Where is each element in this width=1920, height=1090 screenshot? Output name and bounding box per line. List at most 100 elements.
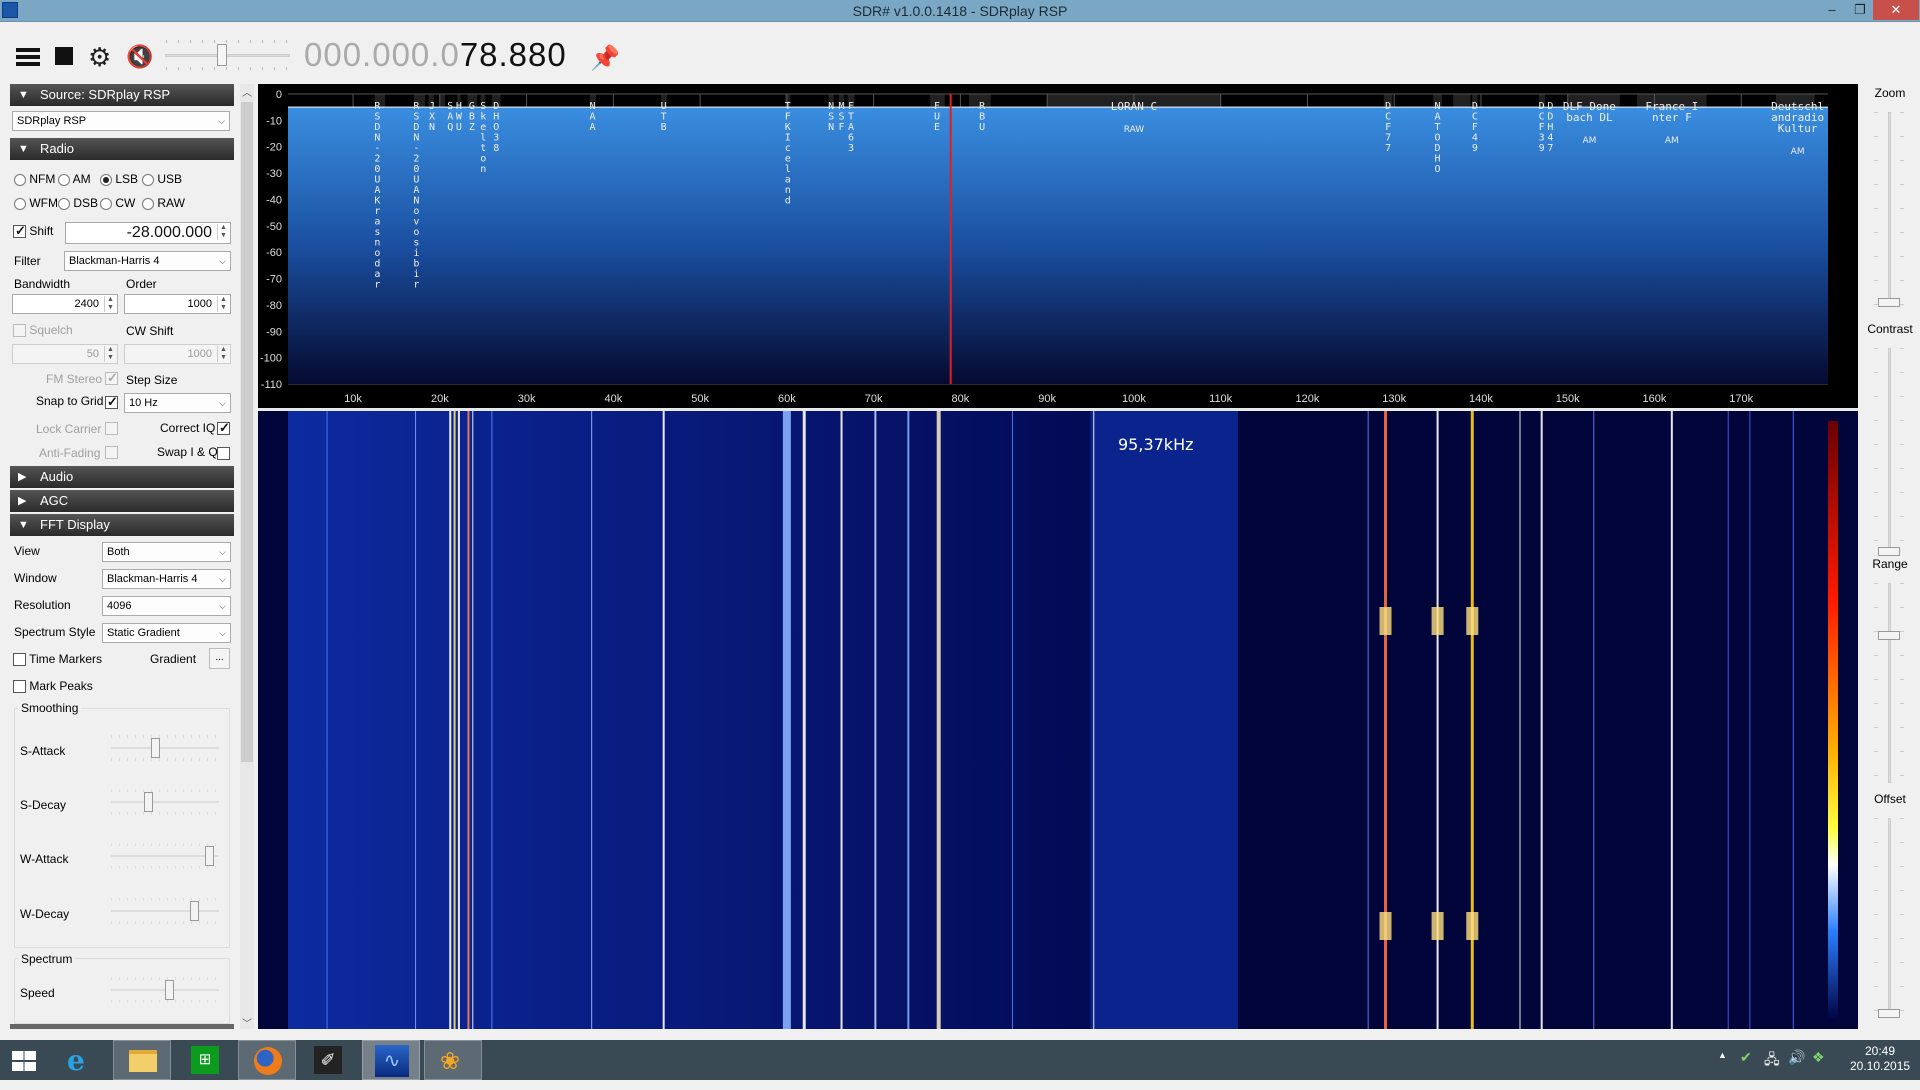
filter-select[interactable]: Blackman-Harris 4 ⌵ [64, 251, 231, 271]
radio-button[interactable] [142, 173, 154, 186]
taskbar-xnview[interactable]: ❀ [424, 1040, 482, 1080]
cw-shift-input[interactable]: 1000 ▲ ▼ [124, 344, 231, 364]
mode-radio-usb[interactable]: USB [142, 172, 182, 186]
shift-check[interactable] [13, 223, 26, 239]
next-section-header-partial[interactable] [10, 1024, 234, 1029]
squelch-checkbox[interactable]: Squelch [13, 323, 73, 338]
slider-thumb[interactable] [143, 792, 153, 812]
source-section-header[interactable]: ▼ Source: SDRplay RSP [10, 84, 234, 106]
bandwidth-input[interactable]: 2400 ▲ ▼ [12, 294, 118, 314]
show-hidden-icons-button[interactable]: ▲ [1718, 1050, 1727, 1090]
gear-icon[interactable]: ⚙ [88, 44, 116, 70]
speaker-muted-icon[interactable]: 🔇 [126, 44, 154, 70]
mode-radio-cw[interactable]: CW [100, 196, 135, 210]
maximize-button[interactable]: ❐ [1846, 0, 1874, 20]
range-slider[interactable] [1872, 583, 1908, 783]
spinner-icon[interactable]: ▲ ▼ [217, 224, 229, 240]
mark-peaks-check[interactable] [13, 680, 26, 694]
mark-peaks-checkbox[interactable]: Mark Peaks [13, 679, 93, 694]
radio-button[interactable] [100, 197, 112, 210]
radio-button[interactable] [142, 197, 154, 210]
panel-scrollbar[interactable]: ︿ ﹀ [240, 84, 254, 1030]
shift-checkbox[interactable]: Shift [13, 223, 53, 239]
network-tray-icon[interactable]: 🖧 [1764, 1049, 1780, 1089]
scroll-up-icon[interactable]: ︿ [240, 84, 254, 99]
audio-section-header[interactable]: ▶ Audio [10, 466, 234, 488]
gradient-button[interactable]: ... [209, 648, 230, 669]
radio-button[interactable] [14, 197, 26, 210]
s-attack-slider[interactable] [111, 735, 219, 761]
anti-fading-check[interactable] [105, 446, 118, 460]
source-device-select[interactable]: SDRplay RSP ⌵ [12, 111, 230, 131]
taskbar-internet-explorer[interactable]: e [55, 1040, 113, 1080]
taskbar-file-explorer[interactable] [113, 1040, 171, 1080]
hamburger-menu-icon[interactable] [14, 44, 42, 70]
swap-iq-checkbox[interactable] [217, 446, 230, 461]
agc-section-header[interactable]: ▶ AGC [10, 490, 234, 512]
slider-thumb[interactable] [190, 901, 200, 921]
dropbox-tray-icon[interactable]: ❖ [1812, 1049, 1825, 1089]
fm-stereo-checkbox[interactable] [105, 370, 118, 386]
order-input[interactable]: 1000 ▲ ▼ [124, 294, 231, 314]
waterfall-display[interactable]: 95,37kHz [258, 411, 1858, 1029]
taskbar-firefox[interactable] [238, 1040, 296, 1080]
slider-thumb[interactable] [1878, 1009, 1900, 1018]
correct-iq-checkbox[interactable] [217, 420, 230, 436]
w-decay-slider[interactable] [111, 898, 219, 924]
time-markers-checkbox[interactable]: Time Markers [13, 652, 102, 667]
lock-carrier-checkbox[interactable] [105, 421, 118, 436]
slider-thumb[interactable] [165, 980, 175, 1000]
lock-carrier-check[interactable] [105, 422, 118, 436]
frequency-leading-digits[interactable]: 000.000.0 [304, 36, 460, 73]
slider-thumb[interactable] [150, 738, 160, 758]
step-size-select[interactable]: 10 Hz ⌵ [124, 393, 231, 413]
correct-iq-check[interactable] [217, 420, 230, 436]
w-attack-slider[interactable] [111, 843, 219, 869]
zoom-slider[interactable] [1872, 112, 1908, 307]
contrast-slider[interactable] [1872, 348, 1908, 556]
swap-iq-check[interactable] [217, 447, 230, 461]
taskbar-inkscape[interactable]: ✐ [298, 1040, 356, 1080]
speed-slider[interactable] [111, 977, 219, 1003]
time-markers-check[interactable] [13, 653, 26, 667]
anti-fading-checkbox[interactable] [105, 445, 118, 460]
fm-stereo-check[interactable] [105, 370, 118, 386]
radio-button[interactable] [58, 173, 70, 186]
squelch-input[interactable]: 50 ▲ ▼ [12, 344, 118, 364]
radio-button[interactable] [58, 197, 70, 210]
spinner-icon[interactable]: ▲ ▼ [104, 346, 116, 362]
close-button[interactable]: ✕ [1873, 0, 1919, 20]
spinner-icon[interactable]: ▲ ▼ [217, 296, 229, 312]
slider-thumb[interactable] [205, 846, 215, 866]
mode-radio-raw[interactable]: RAW [142, 196, 185, 210]
frequency-display[interactable]: 000.000.078.880 [304, 36, 567, 74]
snap-to-grid-checkbox[interactable] [105, 394, 118, 410]
stop-icon[interactable] [55, 47, 73, 65]
clock[interactable]: 20:49 20.10.2015 [1850, 1044, 1910, 1084]
slider-thumb[interactable] [1878, 630, 1900, 640]
squelch-check[interactable] [13, 324, 26, 338]
resolution-select[interactable]: 4096 ⌵ [102, 596, 231, 616]
snap-check[interactable] [105, 394, 118, 410]
spinner-icon[interactable]: ▲ ▼ [104, 296, 116, 312]
taskbar-windows-store[interactable]: ⊞ [175, 1040, 233, 1080]
scroll-down-icon[interactable]: ﹀ [240, 1015, 254, 1030]
slider-thumb[interactable] [1878, 298, 1900, 307]
mode-radio-wfm[interactable]: WFM [14, 196, 58, 210]
s-decay-slider[interactable] [111, 789, 219, 815]
offset-slider[interactable] [1872, 818, 1908, 1018]
view-select[interactable]: Both ⌵ [102, 542, 231, 562]
mode-radio-am[interactable]: AM [58, 172, 91, 186]
scrollbar-thumb[interactable] [241, 102, 253, 762]
minimize-button[interactable]: – [1818, 0, 1846, 20]
volume-slider-thumb[interactable] [216, 44, 227, 66]
frequency-active-digits[interactable]: 78.880 [460, 36, 567, 73]
radio-button[interactable] [100, 173, 112, 186]
slider-thumb[interactable] [1878, 547, 1900, 556]
taskbar-sdrsharp[interactable]: ∿ [362, 1040, 420, 1080]
windows-start-button[interactable] [0, 1040, 58, 1080]
spectrum-analyzer[interactable]: 0 -10 -20 -30 -40 -50 -60 -70 -80 -90 -100 -110 10k 2… [258, 84, 1858, 409]
mode-radio-lsb[interactable]: LSB [100, 172, 138, 186]
spectrum-style-select[interactable]: Static Gradient ⌵ [102, 623, 231, 643]
pin-icon[interactable]: 📌 [590, 44, 620, 73]
